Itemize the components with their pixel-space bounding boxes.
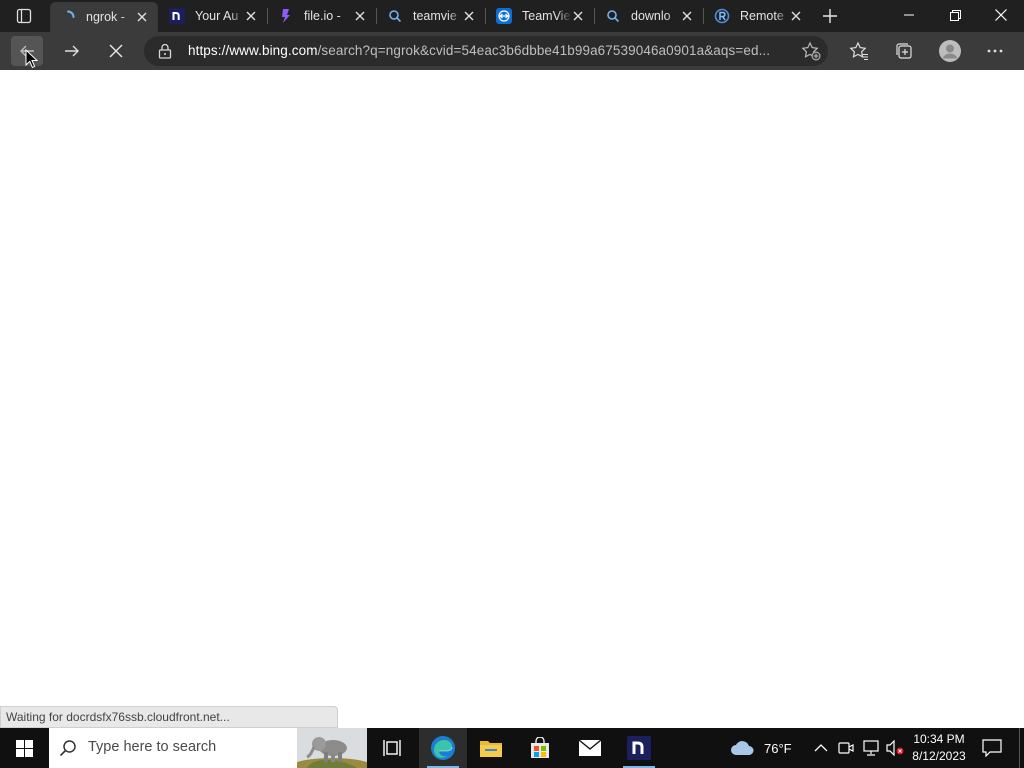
close-tab-icon[interactable] <box>245 10 257 22</box>
taskbar-clock[interactable]: 10:34 PM 8/12/2023 <box>908 731 970 765</box>
browser-toolbar: https://www.bing.com/search?q=ngrok&cvid… <box>0 32 1024 70</box>
network-icon <box>863 740 879 756</box>
network-button[interactable] <box>862 728 880 768</box>
new-tab-button[interactable] <box>818 4 842 28</box>
volume-muted-icon <box>886 740 904 756</box>
notifications-button[interactable] <box>982 728 1002 768</box>
tab-your-au[interactable]: Your Au <box>159 0 267 32</box>
loading-spinner-icon <box>60 9 76 25</box>
close-tab-icon[interactable] <box>354 10 366 22</box>
task-view-icon <box>383 740 401 756</box>
close-icon <box>995 9 1007 21</box>
close-window-button[interactable] <box>978 0 1024 30</box>
taskbar-notion-button[interactable] <box>615 728 663 768</box>
taskbar-file-explorer-button[interactable] <box>467 728 515 768</box>
weather-temperature: 76°F <box>764 740 792 756</box>
start-button[interactable] <box>0 728 48 768</box>
close-tab-icon[interactable] <box>681 10 693 22</box>
notion-n-icon <box>169 8 185 24</box>
restore-icon <box>949 9 961 21</box>
tab-title: file.io - <box>304 9 341 23</box>
clock-time: 10:34 PM <box>913 732 965 746</box>
edge-browser-icon <box>431 736 455 760</box>
more-dots-icon <box>987 49 1003 53</box>
tab-file-io[interactable]: file.io - <box>268 0 376 32</box>
loading-status-bar: Waiting for docrdsfx76ssb.cloudfront.net… <box>0 706 338 728</box>
search-icon <box>387 8 403 24</box>
plus-icon <box>823 9 837 23</box>
meet-now-button[interactable] <box>838 728 854 768</box>
show-hidden-icons-button[interactable] <box>814 728 828 768</box>
page-content-area[interactable] <box>0 70 1024 706</box>
search-icon <box>605 8 621 24</box>
url-host: https://www.bing.com <box>188 43 318 58</box>
favorites-button[interactable] <box>843 36 875 66</box>
mouse-cursor-icon <box>25 49 38 69</box>
taskbar-store-button[interactable] <box>516 728 564 768</box>
weather-widget[interactable]: 76°F <box>730 728 792 768</box>
tab-title: Your Au <box>195 9 239 23</box>
chevron-up-icon <box>814 744 828 752</box>
notification-icon <box>982 739 1002 757</box>
settings-more-button[interactable] <box>979 36 1011 66</box>
tab-title: ngrok - <box>86 10 125 24</box>
stop-icon <box>109 44 123 58</box>
folder-icon <box>480 741 502 757</box>
close-tab-icon[interactable] <box>463 10 475 22</box>
stop-loading-button[interactable] <box>100 36 132 66</box>
close-tab-icon[interactable] <box>572 10 584 22</box>
tab-strip: ngrok - Your Au file.io - teamvie TeamVi… <box>0 0 1024 32</box>
file-io-icon <box>278 8 294 24</box>
show-desktop-button[interactable] <box>1019 728 1024 768</box>
tab-title: teamvie <box>413 9 457 23</box>
notion-n-icon <box>627 736 651 760</box>
collections-icon <box>896 43 912 59</box>
taskbar-edge-button[interactable] <box>419 728 467 768</box>
clock-date: 8/12/2023 <box>912 749 966 763</box>
restore-button[interactable] <box>932 0 978 30</box>
tab-title: downlo <box>631 9 671 23</box>
profile-button[interactable] <box>934 36 966 66</box>
favorites-star-icon <box>849 41 868 61</box>
tab-remote[interactable]: Remote <box>704 0 812 32</box>
minimize-icon <box>904 14 914 16</box>
tab-teamviewer[interactable]: TeamVie <box>486 0 594 32</box>
forward-button[interactable] <box>56 36 88 66</box>
lock-icon[interactable] <box>158 43 172 59</box>
close-tab-icon[interactable] <box>136 11 148 23</box>
task-view-button[interactable] <box>368 728 416 768</box>
add-favorite-icon[interactable] <box>800 40 822 62</box>
taskbar-search-box[interactable]: Type here to search <box>49 728 367 768</box>
cloud-icon <box>731 741 754 755</box>
teamviewer-icon <box>496 8 512 24</box>
collections-button[interactable] <box>888 36 920 66</box>
tab-title: TeamVie <box>522 9 571 23</box>
search-placeholder: Type here to search <box>88 739 217 755</box>
volume-button[interactable] <box>886 728 904 768</box>
tab-ngrok[interactable]: ngrok - <box>50 2 158 32</box>
arrow-right-icon <box>65 45 79 57</box>
url-text[interactable]: https://www.bing.com/search?q=ngrok&cvid… <box>188 43 788 58</box>
minimize-button[interactable] <box>886 0 932 30</box>
tab-teamviewer-search[interactable]: teamvie <box>377 0 485 32</box>
tab-actions-button[interactable] <box>0 0 48 32</box>
url-path: /search?q=ngrok&cvid=54eac3b6dbbe41b99a6… <box>317 43 771 58</box>
search-highlight-elephant-image <box>297 728 367 768</box>
meet-now-icon <box>838 742 854 754</box>
windows-taskbar: Type here to search 76°F 10:34 PM 8/12/2… <box>0 728 1024 768</box>
windows-logo-icon <box>15 739 33 757</box>
address-bar[interactable]: https://www.bing.com/search?q=ngrok&cvid… <box>144 36 828 66</box>
taskbar-mail-button[interactable] <box>566 728 614 768</box>
mail-icon <box>578 739 602 756</box>
tab-title: Remote <box>740 9 784 23</box>
close-tab-icon[interactable] <box>790 10 802 22</box>
store-bag-icon <box>531 737 549 758</box>
remote-r-icon <box>714 8 730 24</box>
tab-download-search[interactable]: downlo <box>595 0 703 32</box>
tab-actions-icon <box>16 8 32 24</box>
avatar-icon <box>939 40 961 62</box>
search-icon <box>59 739 77 757</box>
